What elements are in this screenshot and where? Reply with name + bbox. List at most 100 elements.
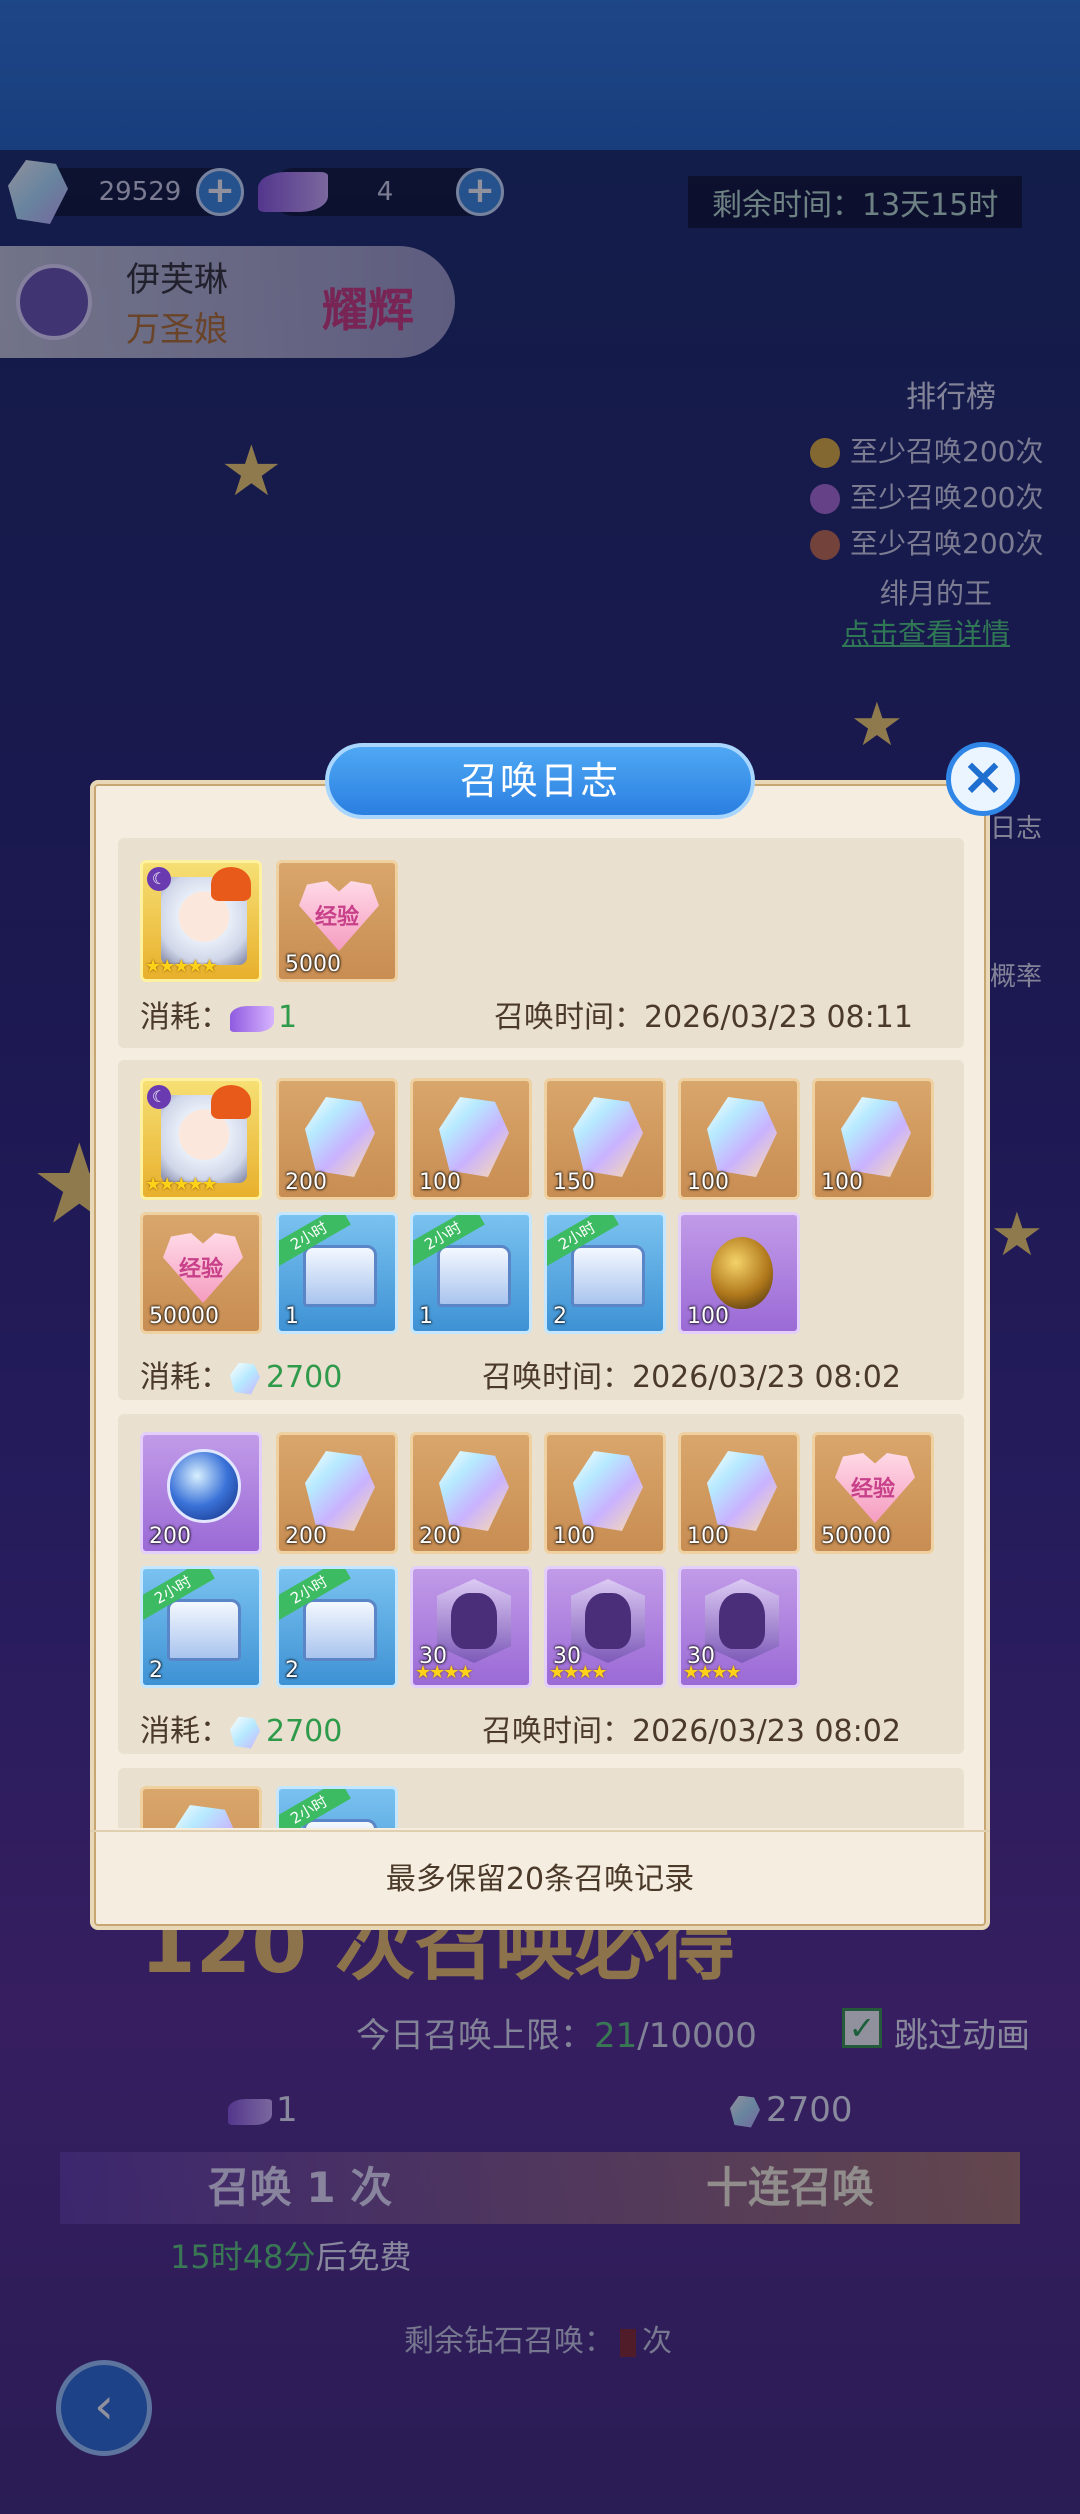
item-quantity: 100 — [553, 1524, 595, 1549]
treasure-chest-icon — [571, 1245, 645, 1307]
diamond-icon — [439, 1451, 509, 1531]
time-label: 召唤时间： — [482, 1360, 632, 1395]
cost-label: 消耗： — [140, 1360, 230, 1395]
item-quantity: 50000 — [821, 1524, 891, 1549]
reward-item[interactable]: 30 ★★★★ — [544, 1566, 666, 1688]
reward-item[interactable]: 100 — [678, 1432, 800, 1554]
item-quantity: 100 — [687, 1524, 729, 1549]
item-quantity: 1 — [285, 1304, 299, 1329]
silhouette-icon — [451, 1593, 497, 1649]
diamond-icon — [305, 1097, 375, 1177]
diamond-icon — [230, 1362, 260, 1395]
item-quantity: 200 — [419, 1524, 461, 1549]
reward-item[interactable]: 30 ★★★★ — [410, 1566, 532, 1688]
diamond-icon — [230, 1716, 260, 1749]
item-quantity: 1 — [419, 1304, 433, 1329]
reward-item[interactable]: 100 — [544, 1432, 666, 1554]
silhouette-icon — [719, 1593, 765, 1649]
reward-item[interactable]: 200 — [140, 1432, 262, 1554]
reward-item[interactable]: 100 — [678, 1212, 800, 1334]
reward-item[interactable]: 100 — [410, 1078, 532, 1200]
reward-item[interactable]: 2小时 2 — [544, 1212, 666, 1334]
exp-label: 经验 — [851, 1477, 896, 1502]
treasure-chest-icon — [167, 1599, 241, 1661]
cost-value: 2700 — [266, 1714, 343, 1749]
diamond-icon — [573, 1097, 643, 1177]
item-quantity: 2 — [285, 1658, 299, 1683]
treasure-chest-icon — [303, 1819, 377, 1828]
reward-item[interactable]: 200 — [410, 1432, 532, 1554]
close-button[interactable]: × — [946, 742, 1020, 816]
rarity-stars: ★★★★ — [683, 1662, 742, 1683]
reward-item[interactable]: 200 — [276, 1078, 398, 1200]
item-quantity: 100 — [687, 1170, 729, 1195]
witch-hat-icon — [211, 867, 251, 901]
golden-egg-icon — [711, 1237, 773, 1309]
rarity-stars: ★★★★★ — [145, 956, 218, 977]
reward-hero-card[interactable]: ☾ ★★★★★ — [140, 1078, 262, 1200]
reward-item[interactable]: 150 — [544, 1078, 666, 1200]
entry-cost: 消耗： 2700 — [140, 1352, 342, 1396]
reward-item[interactable]: 2小时 1 — [276, 1212, 398, 1334]
item-quantity: 200 — [149, 1524, 191, 1549]
entry-time: 召唤时间：2026/03/23 08:02 — [482, 1352, 901, 1396]
reward-item[interactable]: 2小时 2 — [140, 1566, 262, 1688]
exp-label: 经验 — [179, 1257, 224, 1282]
time-value: 2026/03/23 08:02 — [632, 1360, 901, 1395]
entry-cost: 消耗： 2700 — [140, 1706, 342, 1750]
reward-item[interactable]: 100 — [678, 1078, 800, 1200]
treasure-chest-icon — [303, 1599, 377, 1661]
rarity-stars: ★★★★ — [415, 1662, 474, 1683]
reward-item[interactable]: 2小时 — [276, 1786, 398, 1828]
reward-item[interactable]: 经验 50000 — [812, 1432, 934, 1554]
diamond-icon — [841, 1097, 911, 1177]
exp-label: 经验 — [315, 905, 360, 930]
moon-faction-icon: ☾ — [147, 1085, 171, 1109]
item-quantity: 2 — [553, 1304, 567, 1329]
item-quantity: 200 — [285, 1524, 327, 1549]
cost-value: 1 — [278, 1000, 298, 1035]
moon-faction-icon: ☾ — [147, 867, 171, 891]
item-quantity: 200 — [285, 1170, 327, 1195]
time-value: 2026/03/23 08:02 — [632, 1714, 901, 1749]
treasure-chest-icon — [303, 1245, 377, 1307]
diamond-icon — [707, 1451, 777, 1531]
reward-item[interactable]: 2小时 1 — [410, 1212, 532, 1334]
entry-time: 召唤时间：2026/03/23 08:02 — [482, 1706, 901, 1750]
item-quantity: 2 — [149, 1658, 163, 1683]
reward-item[interactable]: 经验 5000 — [276, 860, 398, 982]
item-quantity: 50000 — [149, 1304, 219, 1329]
reward-hero-card[interactable]: ☾ ★★★★★ — [140, 860, 262, 982]
log-entry: 200 200 200 100 100 经验 50000 2小时 2 2小时 2 3… — [118, 1414, 964, 1754]
time-label: 召唤时间： — [482, 1714, 632, 1749]
diamond-icon — [305, 1451, 375, 1531]
crystal-orb-icon — [167, 1449, 241, 1523]
log-entry: 2小时 — [118, 1768, 964, 1828]
time-value: 2026/03/23 08:11 — [644, 1000, 913, 1035]
reward-item[interactable]: 200 — [276, 1432, 398, 1554]
rarity-stars: ★★★★★ — [145, 1174, 218, 1195]
rarity-stars: ★★★★ — [549, 1662, 608, 1683]
treasure-chest-icon — [437, 1245, 511, 1307]
reward-item[interactable]: 30 ★★★★ — [678, 1566, 800, 1688]
reward-item[interactable]: 100 — [812, 1078, 934, 1200]
dialog-title: 召唤日志 — [325, 743, 755, 819]
log-entry: ☾ ★★★★★ 经验 5000 消耗： 1 召唤时间：2026/03/23 08:… — [118, 838, 964, 1048]
diamond-icon — [707, 1097, 777, 1177]
item-quantity: 100 — [419, 1170, 461, 1195]
reward-item[interactable]: 经验 50000 — [140, 1212, 262, 1334]
diamond-icon — [169, 1805, 239, 1828]
cost-label: 消耗： — [140, 1000, 230, 1035]
log-list[interactable]: ☾ ★★★★★ 经验 5000 消耗： 1 召唤时间：2026/03/23 08:… — [118, 838, 964, 1828]
broom-icon — [230, 1005, 274, 1032]
item-quantity: 5000 — [285, 952, 341, 977]
item-quantity: 100 — [687, 1304, 729, 1329]
entry-cost: 消耗： 1 — [140, 992, 297, 1036]
silhouette-icon — [585, 1593, 631, 1649]
diamond-icon — [439, 1097, 509, 1177]
cost-label: 消耗： — [140, 1714, 230, 1749]
reward-item[interactable]: 2小时 2 — [276, 1566, 398, 1688]
reward-item[interactable] — [140, 1786, 262, 1828]
item-quantity: 100 — [821, 1170, 863, 1195]
cost-value: 2700 — [266, 1360, 343, 1395]
